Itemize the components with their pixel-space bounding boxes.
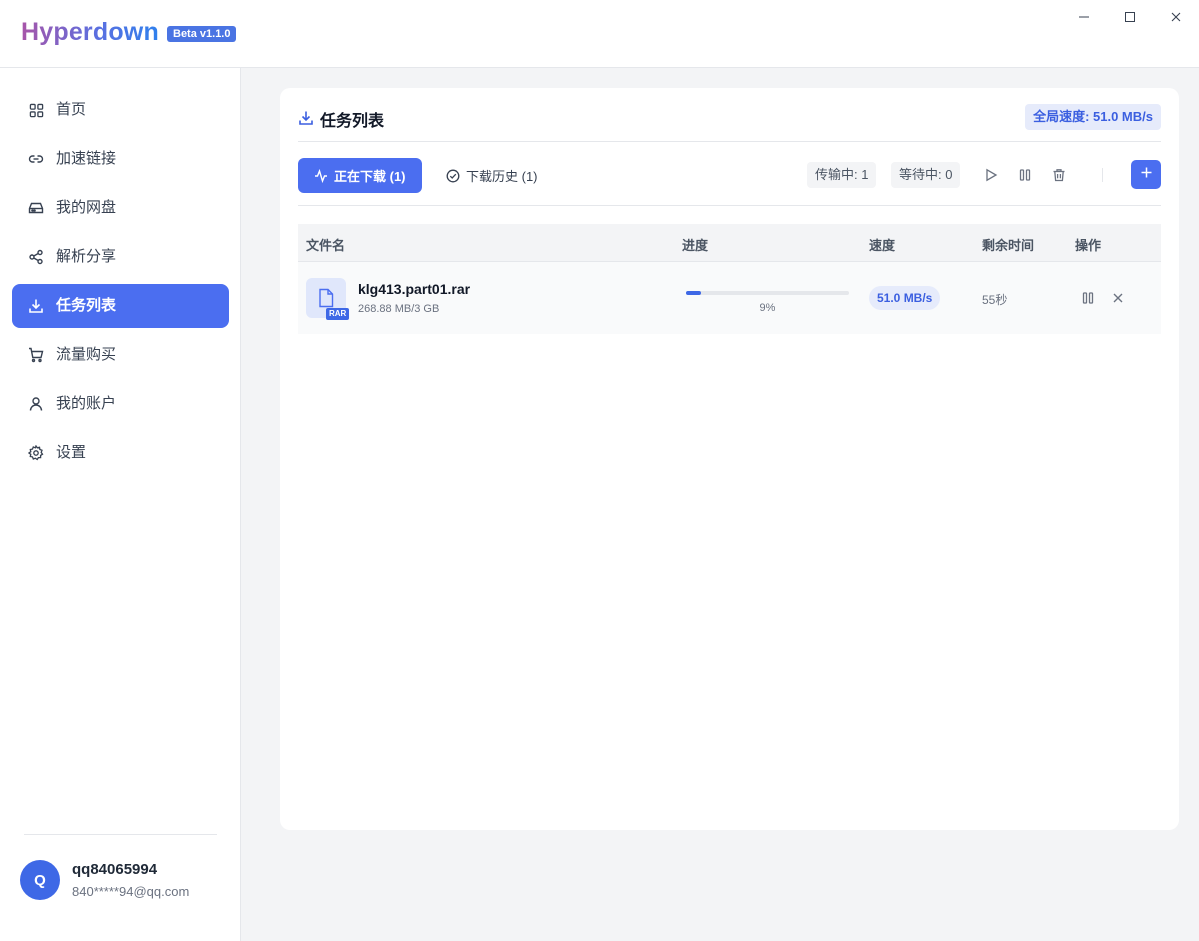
add-task-button[interactable] [1131, 160, 1161, 189]
sidebar-item-parse-share[interactable]: 解析分享 [12, 235, 229, 279]
trash-icon[interactable] [1050, 166, 1068, 184]
tab-label: 下载历史 (1) [466, 169, 538, 184]
cart-icon [28, 347, 44, 363]
sidebar-divider [24, 834, 217, 835]
task-list-panel: 任务列表 全局速度: 51.0 MB/s 正在下载 (1) 下载历史 (1) 传… [280, 88, 1179, 830]
avatar[interactable]: Q [20, 860, 60, 900]
close-icon[interactable] [1165, 6, 1187, 28]
remaining-time: 55秒 [982, 293, 1008, 307]
file-name: klg413.part01.rar [358, 281, 471, 297]
toolbar-divider-line [298, 205, 1161, 206]
user-icon [28, 396, 44, 412]
pause-icon[interactable] [1080, 290, 1096, 306]
grid-icon [28, 102, 44, 118]
sidebar-item-label: 流量购买 [56, 346, 117, 363]
sidebar-item-label: 我的网盘 [56, 199, 117, 216]
column-header-speed[interactable]: 速度 [869, 235, 895, 254]
transferring-count: 传输中: 1 [807, 162, 877, 188]
app-logo: Hyperdown [21, 18, 159, 46]
maximize-icon[interactable] [1119, 6, 1141, 28]
pause-icon[interactable] [1016, 166, 1034, 184]
link-icon [28, 151, 44, 167]
column-header-filename[interactable]: 文件名 [306, 235, 345, 254]
file-type-badge: RAR [326, 308, 350, 320]
sidebar-item-traffic-purchase[interactable]: 流量购买 [12, 333, 229, 377]
table-row[interactable]: RAR klg413.part01.rar 268.88 MB/3 GB 9% … [298, 262, 1161, 334]
tab-label: 正在下载 (1) [334, 169, 406, 184]
progress-bar-fill [686, 291, 701, 295]
sidebar-item-my-account[interactable]: 我的账户 [12, 382, 229, 426]
sidebar-item-label: 加速链接 [56, 150, 117, 167]
plus-icon [1140, 166, 1153, 184]
download-icon [28, 298, 44, 314]
sidebar-item-settings[interactable]: 设置 [12, 431, 229, 475]
column-header-actions: 操作 [1075, 238, 1102, 253]
sidebar-item-label: 首页 [56, 101, 87, 118]
sidebar-item-accelerate-link[interactable]: 加速链接 [12, 137, 229, 181]
close-icon[interactable] [1110, 290, 1126, 306]
play-icon[interactable] [982, 166, 1000, 184]
toolbar-divider [1102, 168, 1103, 182]
gear-icon [28, 445, 44, 461]
sidebar-item-label: 任务列表 [56, 297, 117, 314]
waiting-count: 等待中: 0 [891, 162, 961, 188]
progress-percent: 9% [759, 302, 776, 314]
tab-download-history[interactable]: 下载历史 (1) [446, 158, 538, 193]
drive-icon [28, 200, 44, 216]
activity-icon [314, 168, 328, 183]
sidebar-item-label: 解析分享 [56, 248, 117, 265]
header-divider [298, 141, 1161, 142]
sidebar-item-label: 设置 [56, 444, 87, 461]
download-icon [298, 110, 314, 126]
global-speed-badge: 全局速度: 51.0 MB/s [1025, 104, 1161, 130]
column-header-progress[interactable]: 进度 [682, 235, 708, 254]
user-name: qq84065994 [72, 861, 158, 878]
table-header: 文件名 进度 速度 剩余时间 操作 [298, 224, 1161, 262]
version-badge: Beta v1.1.0 [167, 26, 237, 42]
progress-bar [686, 291, 849, 295]
download-speed: 51.0 MB/s [869, 286, 941, 310]
user-email: 840*****94@qq.com [72, 884, 190, 899]
column-header-remaining[interactable]: 剩余时间 [982, 235, 1034, 254]
sidebar-item-label: 我的账户 [56, 395, 117, 412]
tab-downloading[interactable]: 正在下载 (1) [298, 158, 422, 193]
sidebar: 首页 加速链接 我的网盘 解析分享 任务列表 流量购买 我的账户 设置 Q qq… [0, 68, 241, 941]
sidebar-item-home[interactable]: 首页 [12, 88, 229, 132]
page-title: 任务列表 [320, 113, 385, 130]
sidebar-item-task-list[interactable]: 任务列表 [12, 284, 229, 328]
title-bar: Hyperdown Beta v1.1.0 [0, 0, 1199, 68]
share-icon [28, 249, 44, 265]
minimize-icon[interactable] [1073, 6, 1095, 28]
file-size: 268.88 MB/3 GB [358, 303, 440, 315]
check-circle-icon [446, 169, 460, 183]
sidebar-item-my-drive[interactable]: 我的网盘 [12, 186, 229, 230]
